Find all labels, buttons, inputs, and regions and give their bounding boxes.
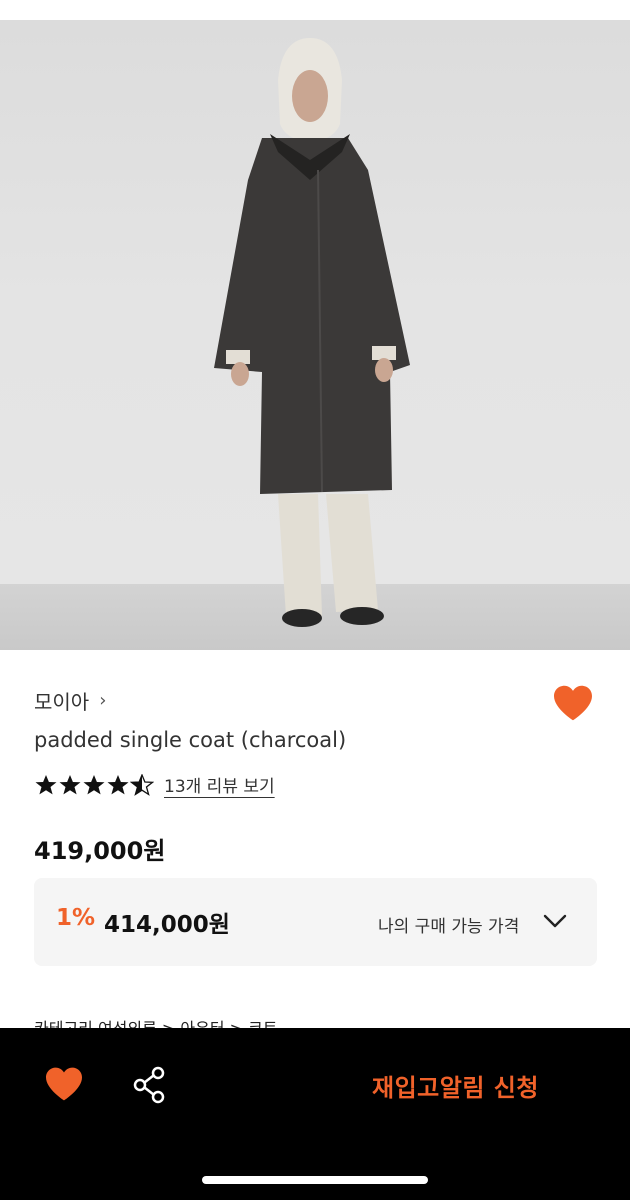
product-image[interactable] [0,20,630,650]
heart-icon[interactable] [552,684,594,722]
product-title: padded single coat (charcoal) [34,728,347,752]
model-illustration [214,38,410,627]
status-strip [0,0,630,20]
star-icon [59,774,81,794]
discount-label: 나의 구매 가능 가격 [378,917,520,937]
bottom-action-bar: 재입고알림 신청 [0,1028,630,1200]
rating-row: 13개 리뷰 보기 [34,772,275,797]
star-icon [83,774,105,794]
review-link[interactable]: 13개 리뷰 보기 [164,772,275,797]
discount-rate: 1% [56,905,96,931]
wishlist-heart-icon[interactable] [44,1066,84,1102]
brand-link[interactable]: 모이아 › [34,686,106,715]
half-star-icon [130,773,154,796]
product-price: 419,000원 [34,837,166,865]
star-icon [35,774,57,794]
discount-price: 414,000원 [104,912,230,938]
star-icon [107,774,129,794]
share-icon[interactable] [132,1066,168,1104]
home-indicator [202,1176,428,1184]
brand-name[interactable]: 모이아 [34,686,89,715]
chevron-down-icon[interactable] [542,912,568,930]
star-rating [34,773,154,796]
chevron-right-icon: › [99,690,107,711]
category-breadcrumb: 카테고리 여성의류 > 아우터 > 코트 [34,1019,278,1029]
discount-price-panel[interactable]: 1% 414,000원 나의 구매 가능 가격 [34,878,597,966]
restock-alert-button[interactable]: 재입고알림 신청 [372,1068,539,1103]
